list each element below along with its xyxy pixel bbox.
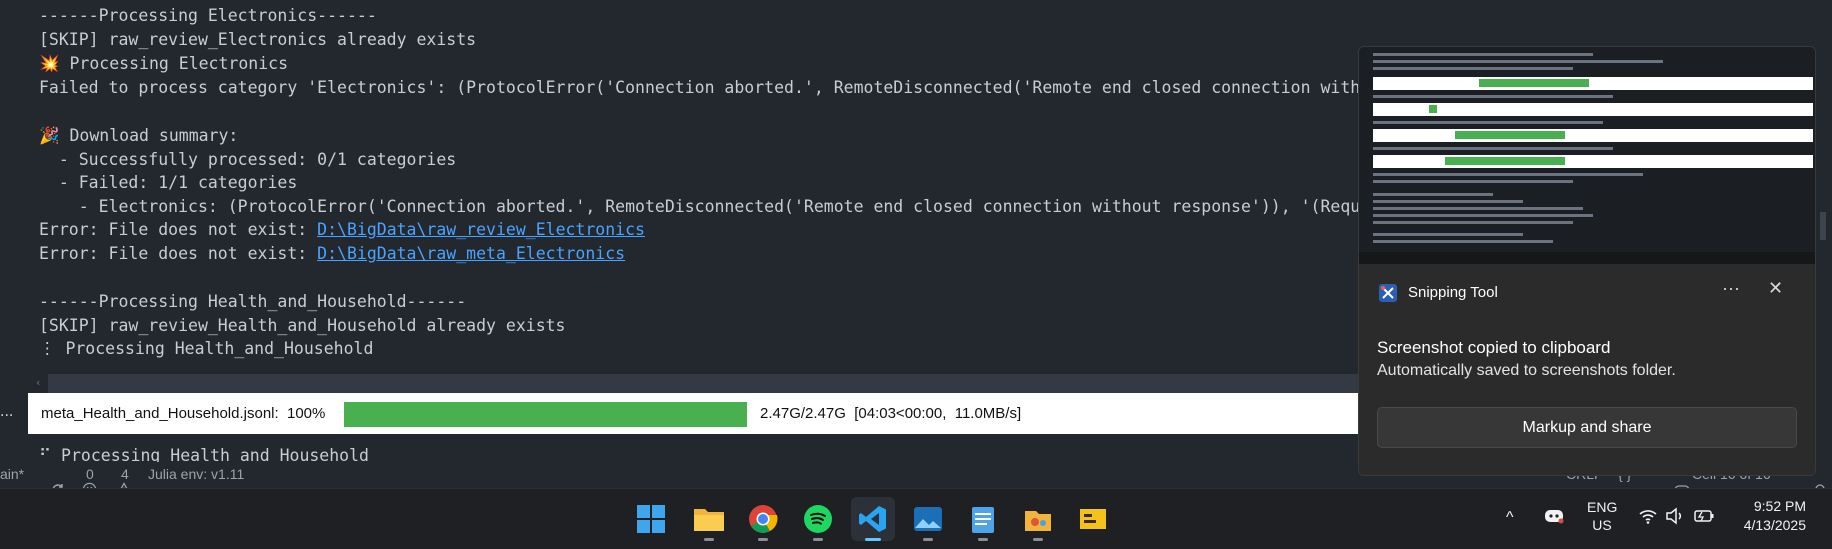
git-branch[interactable]: ain*: [0, 466, 24, 482]
terminal-line: [SKIP] raw_review_Electronics already ex…: [39, 30, 477, 49]
snipping-tool-icon: [1378, 283, 1398, 308]
volume-icon[interactable]: [1665, 507, 1685, 530]
file-path-link[interactable]: D:\BigData\raw_meta_Electronics: [317, 244, 625, 263]
wifi-icon[interactable]: [1638, 507, 1658, 530]
terminal-line: ------Processing Health_and_Household---…: [39, 292, 467, 311]
terminal-line: [SKIP] raw_review_Health_and_Household a…: [39, 316, 566, 335]
progress-bar-fill: [344, 402, 747, 427]
explosion-icon: 💥: [39, 54, 60, 73]
progress-bar: [344, 402, 747, 427]
clock[interactable]: 9:52 PM 4/13/2025: [1740, 498, 1806, 533]
input-language[interactable]: ENG US: [1587, 499, 1617, 533]
pdf-reader-icon[interactable]: [1071, 497, 1115, 541]
terminal-line: ⋮ Processing Health_and_Household: [39, 337, 373, 360]
spinner-icon: ⠋: [39, 446, 52, 462]
error-count[interactable]: 0: [86, 466, 94, 482]
progress-stats: 2.47G/2.47G [04:03<00:00, 11.0MB/s]: [760, 405, 1022, 422]
terminal-line-text: Processing Electronics: [69, 54, 289, 73]
toast-body: Automatically saved to screenshots folde…: [1377, 362, 1676, 379]
terminal-line-text: Processing Health_and_Household: [61, 446, 369, 462]
party-popper-icon: 🎉: [39, 126, 60, 145]
chevron-up-icon[interactable]: ^: [1506, 509, 1514, 527]
more-options-icon[interactable]: ···: [1722, 278, 1740, 299]
spinner-icon: ⋮: [39, 339, 56, 358]
scroll-left-icon[interactable]: ‹: [36, 376, 46, 390]
terminal-line: - Successfully processed: 0/1 categories: [39, 150, 457, 169]
terminal-line-text: Download summary:: [69, 126, 239, 145]
toast-title: Screenshot copied to clipboard: [1377, 338, 1611, 357]
battery-icon[interactable]: [1693, 507, 1715, 530]
terminal-line-text: Error: File does not exist:: [39, 244, 318, 263]
terminal-line: Error: File does not exist: D:\BigData\r…: [39, 218, 645, 241]
taskbar: ^ ENG US 9:52 PM 4/13/2025: [0, 488, 1832, 549]
horizontal-scrollbar[interactable]: [48, 374, 1358, 394]
notepad-icon[interactable]: [961, 497, 1005, 541]
warning-count[interactable]: 4: [121, 466, 129, 482]
file-explorer-icon[interactable]: [687, 497, 731, 541]
truncation-dots: ...: [0, 404, 14, 420]
julia-env[interactable]: Julia env: v1.11: [148, 466, 244, 482]
progress-label: meta_Health_and_Household.jsonl: 100%: [41, 405, 326, 422]
terminal-line: - Failed: 1/1 categories: [39, 173, 298, 192]
terminal-line: 💥 Processing Electronics: [39, 52, 288, 75]
clock-date: 4/13/2025: [1743, 517, 1806, 533]
terminal-line: 🎉 Download summary:: [39, 124, 238, 147]
discord-icon[interactable]: [1544, 507, 1564, 530]
terminal-line: Failed to process category 'Electronics'…: [39, 78, 1391, 97]
file-path-link[interactable]: D:\BigData\raw_review_Electronics: [317, 220, 645, 239]
terminal-line: - Electronics: (ProtocolError('Connectio…: [39, 197, 1391, 216]
snipping-notification: Snipping Tool ··· ✕ Screenshot copied to…: [1358, 46, 1816, 476]
spotify-icon[interactable]: [796, 497, 840, 541]
screenshot-preview-thumbnail[interactable]: [1359, 47, 1815, 264]
language-label: ENG: [1587, 499, 1618, 515]
region-label: US: [1592, 517, 1612, 533]
windows-start-icon[interactable]: [629, 497, 673, 541]
terminal-line-text: Error: File does not exist:: [39, 220, 318, 239]
photos-icon[interactable]: [906, 497, 950, 541]
markup-and-share-button[interactable]: Markup and share: [1377, 407, 1797, 448]
terminal-line: Error: File does not exist: D:\BigData\r…: [39, 242, 625, 265]
toast-app-name: Snipping Tool: [1408, 284, 1498, 301]
toast: Snipping Tool ··· ✕ Screenshot copied to…: [1359, 264, 1815, 475]
terminal-line: ------Processing Electronics------: [39, 6, 377, 25]
paint-icon[interactable]: [1016, 497, 1060, 541]
terminal-line: ⠋ Processing Health_and_Household: [39, 444, 369, 462]
download-progress-row: meta_Health_and_Household.jsonl: 100% 2.…: [28, 393, 1358, 434]
vertical-scrollbar[interactable]: [1820, 212, 1826, 240]
terminal-line-text: Processing Health_and_Household: [65, 339, 374, 358]
close-icon[interactable]: ✕: [1768, 278, 1783, 299]
chrome-icon[interactable]: [741, 497, 785, 541]
clock-time: 9:52 PM: [1753, 498, 1806, 514]
vscode-icon[interactable]: [851, 497, 895, 541]
